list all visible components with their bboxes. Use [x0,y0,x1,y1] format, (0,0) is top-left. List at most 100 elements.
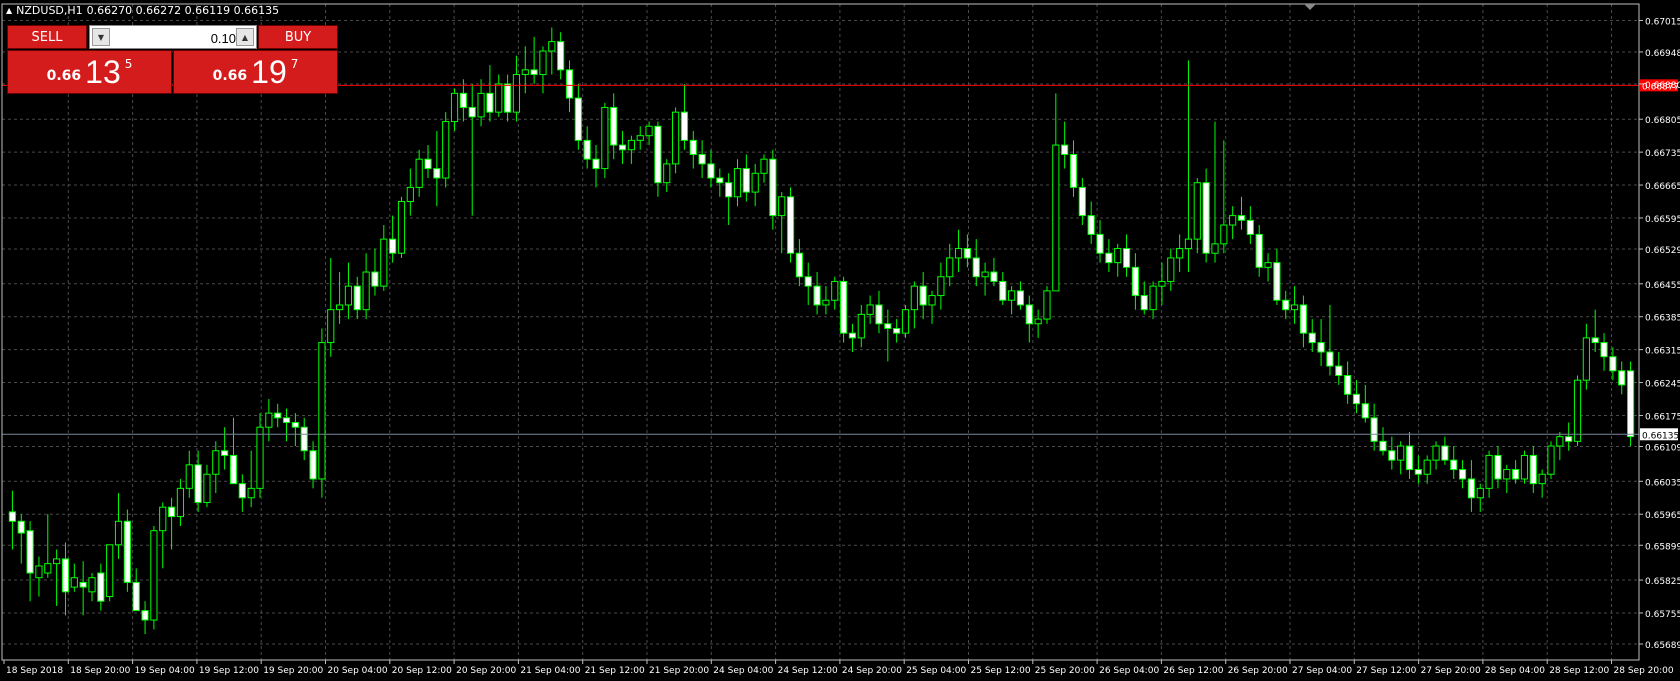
x-tick-label: 20 Sep 04:00 [328,666,388,676]
candle-body [512,74,521,113]
candle-body [565,69,574,99]
y-tick-label: 0.66880 [1645,81,1680,91]
candle-body [592,158,600,170]
candle-body [362,271,370,311]
candle-body [769,158,777,217]
x-tick-label: 19 Sep 20:00 [263,666,323,676]
candle-body [141,610,149,621]
candle-body [1008,290,1016,301]
x-tick-label: 25 Sep 04:00 [906,666,966,676]
candle-body [265,412,273,428]
candle-body [1105,252,1113,264]
candle-body [61,558,70,593]
candle-body [618,144,627,151]
x-tick-label: 25 Sep 20:00 [1035,666,1095,676]
candle-body [875,304,883,325]
candle-body [17,520,25,534]
candle-body [1441,445,1449,461]
candle-body [1246,219,1254,235]
candle-body [698,153,706,165]
candle-body [1034,318,1042,325]
candle-body [53,558,61,565]
candle-body [389,238,397,254]
candle-body [1485,454,1493,489]
lot-size-field[interactable]: ▼ ▲ [89,25,257,49]
buy-button[interactable]: BUY [258,25,338,49]
sell-price-button[interactable]: 0.66 13 5 [7,50,172,94]
candle-body [583,139,591,160]
candle-body [866,304,874,315]
collapse-triangle-icon[interactable]: ▲ [6,6,12,15]
candlestick-chart[interactable]: 0.668770.66135 0.670150.669480.668800.66… [0,0,1680,681]
candle-body [1237,215,1246,221]
candle-body [778,196,786,217]
candle-body [282,417,291,424]
x-tick-label: 26 Sep 20:00 [1228,666,1288,676]
candle-body [725,182,733,198]
lot-size-input[interactable] [114,28,238,48]
candle-body [159,506,167,532]
x-tick-label: 21 Sep 04:00 [520,666,580,676]
y-tick-label: 0.66455 [1645,281,1680,291]
candle-body [946,257,954,278]
candle-body [1512,469,1520,480]
candle-body [1600,342,1608,358]
candle-body [557,41,565,71]
y-tick-label: 0.67015 [1645,17,1680,27]
candle-body [893,327,901,334]
candle-body [1344,374,1352,395]
candle-body [26,530,34,574]
chart-header: ▲ NZDUSD,H1 0.66270 0.66272 0.66119 0.66… [6,4,279,17]
candle-body [1264,262,1272,268]
candle-body [8,511,17,522]
candle-body [79,581,87,588]
x-tick-label: 21 Sep 20:00 [649,666,709,676]
x-tick-label: 19 Sep 12:00 [199,666,259,676]
candle-body [344,285,353,306]
candle-body [1361,403,1369,419]
candle-body [1202,182,1210,254]
candle-body [1432,445,1440,461]
candle-body [1538,473,1546,485]
candle-body [548,41,556,52]
candle-body [1131,266,1139,297]
y-tick-label: 0.66805 [1645,116,1680,126]
x-tick-label: 27 Sep 20:00 [1421,666,1481,676]
candle-body [185,464,193,489]
candle-body [999,280,1007,301]
y-tick-label: 0.66035 [1645,478,1680,488]
candle-body [221,450,229,456]
candle-body [848,332,857,339]
candle-body [1405,445,1414,471]
candle-body [610,106,618,146]
candle-body [380,238,388,287]
candle-body [1043,290,1051,320]
lot-increase-icon[interactable]: ▲ [236,28,254,46]
candle-body [442,121,450,179]
y-tick-label: 0.66665 [1645,182,1680,192]
candle-body [937,276,945,297]
candle-body [150,530,158,621]
y-tick-label: 0.66315 [1645,347,1680,357]
candle-body [1609,356,1617,372]
candle-body [1529,454,1537,485]
candle-body [1016,290,1025,306]
candle-body [1025,304,1033,325]
y-tick-label: 0.66245 [1645,380,1680,390]
buy-price-pip: 7 [290,57,299,71]
candle-body [1582,337,1590,381]
candle-body [804,276,812,287]
lot-decrease-icon[interactable]: ▼ [92,28,110,46]
x-tick-label: 20 Sep 20:00 [456,666,516,676]
candle-body [459,92,467,108]
candle-body [1335,365,1343,376]
candle-body [884,323,892,329]
candle-body [486,92,494,113]
candle-body [716,177,724,184]
x-tick-label: 26 Sep 12:00 [1163,666,1223,676]
candle-body [1220,224,1228,245]
x-tick-label: 21 Sep 12:00 [585,666,645,676]
buy-price-button[interactable]: 0.66 19 7 [173,50,338,94]
candle-body [1184,238,1193,250]
sell-button[interactable]: SELL [7,25,87,49]
